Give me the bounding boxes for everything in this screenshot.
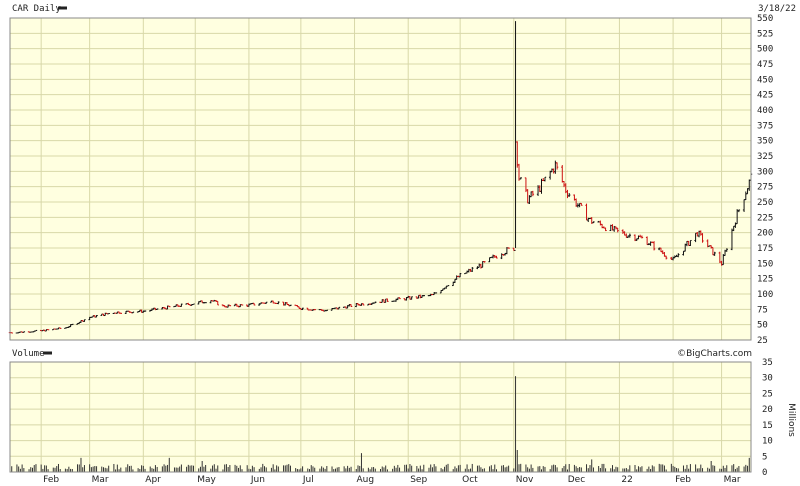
x-tick-label: Mar — [724, 475, 741, 485]
price-y-tick-label: 475 — [757, 60, 773, 70]
x-tick-label: Sep — [410, 475, 427, 485]
stock-chart: CAR Daily 3/18/22 2550751001251501752002… — [0, 0, 800, 485]
price-y-tick-label: 525 — [757, 29, 773, 39]
price-y-tick-label: 450 — [757, 75, 773, 85]
price-y-tick-label: 75 — [757, 305, 768, 315]
price-y-tick-label: 325 — [757, 152, 773, 162]
x-tick-label: Nov — [516, 475, 534, 485]
price-y-tick-label: 425 — [757, 91, 773, 101]
price-y-tick-label: 25 — [757, 336, 768, 346]
x-tick-label: Dec — [568, 475, 585, 485]
volume-plot-background — [10, 362, 751, 472]
volume-y-axis-label: Millions — [786, 403, 796, 437]
x-tick-label: Mar — [92, 475, 109, 485]
x-tick-label: Feb — [675, 475, 691, 485]
ticker-dropdown-icon[interactable] — [58, 6, 67, 10]
volume-y-tick-label: 30 — [762, 374, 773, 384]
price-y-tick-label: 125 — [757, 275, 773, 285]
price-y-tick-label: 100 — [757, 290, 773, 300]
x-tick-label: 22 — [621, 475, 632, 485]
bigcharts-brand: ©BigCharts.com — [677, 349, 752, 359]
price-y-tick-label: 225 — [757, 213, 773, 223]
price-panel: 25 50 75 100 125 150 175 200 225 250 275 300 325 350 3… — [8, 14, 773, 346]
price-y-tick-label: 375 — [757, 121, 773, 131]
header-strip — [0, 0, 800, 17]
x-axis: Feb Mar Apr May Jun Jul Aug Sep Oct Nov Dec 22 Feb Ma… — [43, 475, 741, 485]
price-y-tick-label: 150 — [757, 259, 773, 269]
price-y-tick-label: 275 — [757, 183, 773, 193]
x-tick-label: Jun — [250, 475, 265, 485]
volume-y-tick-label: 0 — [762, 468, 767, 478]
price-y-tick-label: 500 — [757, 45, 773, 55]
volume-y-axis: 0 5 10 15 20 25 30 35 — [762, 358, 773, 478]
price-y-tick-label: 50 — [757, 321, 768, 331]
volume-y-tick-label: 10 — [762, 437, 773, 447]
price-plot-background — [10, 18, 751, 340]
x-tick-label: Feb — [43, 475, 59, 485]
price-y-axis: 25 50 75 100 125 150 175 200 225 250 275 300 325 350 3… — [757, 14, 773, 346]
price-y-tick-label: 175 — [757, 244, 773, 254]
ticker-label: CAR Daily — [12, 4, 61, 14]
volume-y-tick-label: 35 — [762, 358, 773, 368]
chart-root: CAR Daily 3/18/22 25 50 75 100 125 150 175 200 2… — [0, 0, 800, 486]
x-tick-label: May — [197, 475, 216, 485]
price-y-tick-label: 250 — [757, 198, 773, 208]
x-tick-label: Jul — [302, 475, 314, 485]
price-y-tick-label: 350 — [757, 137, 773, 147]
volume-y-tick-label: 15 — [762, 421, 773, 431]
volume-label: Volume — [12, 349, 45, 359]
x-tick-label: Apr — [145, 475, 161, 485]
volume-panel: 0 5 10 15 20 25 30 35 Millions — [9, 358, 796, 478]
price-y-tick-label: 400 — [757, 106, 773, 116]
x-tick-label: Oct — [462, 475, 478, 485]
price-y-tick-label: 300 — [757, 167, 773, 177]
volume-y-tick-label: 20 — [762, 405, 773, 415]
price-y-tick-label: 200 — [757, 229, 773, 239]
volume-y-tick-label: 5 — [762, 452, 767, 462]
volume-y-tick-label: 25 — [762, 389, 773, 399]
volume-dropdown-icon[interactable] — [43, 351, 52, 355]
x-tick-label: Aug — [357, 475, 375, 485]
price-y-tick-label: 550 — [757, 14, 773, 24]
date-label: 3/18/22 — [758, 4, 796, 14]
